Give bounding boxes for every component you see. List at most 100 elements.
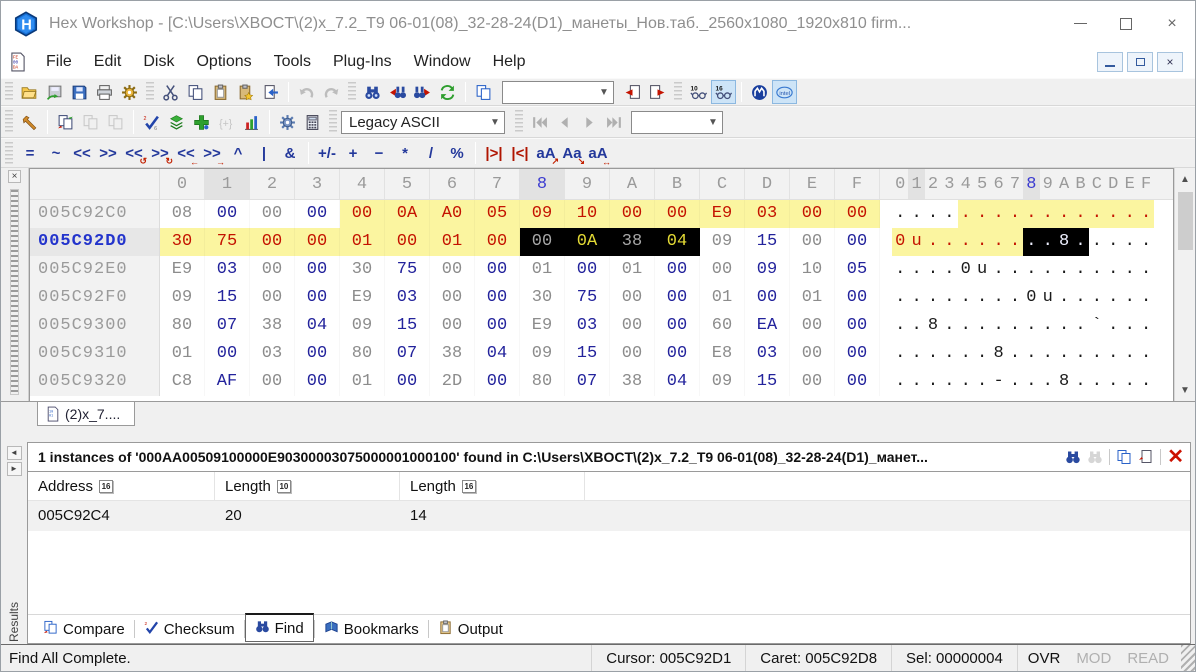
toolbar-grip[interactable] [674, 82, 682, 102]
toolbar-grip[interactable] [5, 142, 13, 164]
copy-results-icon[interactable] [1116, 449, 1132, 465]
hex-byte-cell[interactable]: C8 [160, 368, 205, 396]
ascii-char-cell[interactable]: . [990, 200, 1006, 228]
ascii-char-cell[interactable]: . [974, 284, 990, 312]
ascii-char-cell[interactable]: . [1072, 228, 1088, 256]
ascii-char-cell[interactable]: . [958, 312, 974, 340]
hex-byte-cell[interactable]: 00 [475, 368, 520, 396]
hex-byte-cell[interactable]: 01 [520, 256, 565, 284]
operator-button[interactable]: <<↺ [121, 141, 147, 165]
hex-byte-cell[interactable]: 03 [745, 340, 790, 368]
hex-row[interactable]: 005C92D03075000001000100000A380409150000… [30, 228, 1173, 256]
copy-button[interactable] [183, 80, 208, 104]
ascii-char-cell[interactable]: . [1007, 256, 1023, 284]
hex-byte-cell[interactable]: 03 [745, 200, 790, 228]
menu-item-help[interactable]: Help [482, 49, 537, 75]
ascii-char-cell[interactable]: . [1089, 368, 1105, 396]
ascii-char-cell[interactable]: . [908, 284, 924, 312]
operator-button[interactable]: % [444, 141, 470, 165]
ascii-char-cell[interactable]: . [1138, 228, 1154, 256]
scroll-up-icon[interactable]: ▲ [1175, 168, 1196, 190]
ascii-char-cell[interactable]: . [941, 284, 957, 312]
ascii-char-cell[interactable]: . [1007, 228, 1023, 256]
operator-button[interactable]: ~ [43, 141, 69, 165]
goto-last-button[interactable] [602, 110, 627, 134]
menu-item-window[interactable]: Window [403, 49, 482, 75]
hex-byte-cell[interactable]: 00 [295, 200, 340, 228]
find-backward-button[interactable] [385, 80, 410, 104]
ascii-char-cell[interactable]: . [1121, 228, 1137, 256]
open-file-button[interactable] [17, 80, 42, 104]
hex-byte-cell[interactable]: 07 [565, 368, 610, 396]
hex-byte-cell[interactable]: 00 [295, 368, 340, 396]
print-button[interactable] [92, 80, 117, 104]
paste-button[interactable] [208, 80, 233, 104]
ascii-char-cell[interactable]: - [990, 368, 1006, 396]
ascii-char-cell[interactable]: 0 [1023, 284, 1039, 312]
mdi-restore-button[interactable] [1127, 52, 1153, 72]
horizontal-splitter[interactable] [1, 428, 1195, 442]
ascii-char-cell[interactable]: u [1040, 284, 1056, 312]
ascii-char-cell[interactable]: . [892, 284, 908, 312]
hex-byte-cell[interactable]: 00 [475, 284, 520, 312]
hex-byte-cell[interactable]: 00 [835, 312, 880, 340]
minimize-button[interactable] [1057, 1, 1103, 46]
results-tab-bookmarks[interactable]: Bookmarks [315, 617, 428, 642]
ascii-char-cell[interactable]: . [925, 200, 941, 228]
hex-byte-cell[interactable]: 00 [655, 284, 700, 312]
toolbar-grip[interactable] [5, 82, 13, 102]
ascii-char-cell[interactable]: . [1023, 228, 1039, 256]
hex-byte-cell[interactable]: E9 [520, 312, 565, 340]
hex-byte-cell[interactable]: 75 [565, 284, 610, 312]
hex-byte-cell[interactable]: 09 [340, 312, 385, 340]
hex-row[interactable]: 005C9310010003008007380409150000E8030000… [30, 340, 1173, 368]
ascii-char-cell[interactable]: . [974, 200, 990, 228]
ascii-char-cell[interactable]: . [908, 200, 924, 228]
ascii-char-cell[interactable]: . [1138, 340, 1154, 368]
motorola-byte-order-button[interactable] [747, 80, 772, 104]
hex-byte-cell[interactable]: 38 [250, 312, 295, 340]
hex-byte-cell[interactable]: 07 [205, 312, 250, 340]
toolbar-grip[interactable] [146, 82, 154, 102]
ascii-char-cell[interactable]: . [892, 312, 908, 340]
hex-byte-cell[interactable]: 75 [385, 256, 430, 284]
replace-button[interactable] [435, 80, 460, 104]
ascii-char-cell[interactable]: . [1023, 368, 1039, 396]
ascii-char-cell[interactable]: . [1072, 284, 1088, 312]
hex-byte-cell[interactable]: 30 [520, 284, 565, 312]
ascii-char-cell[interactable]: . [1072, 340, 1088, 368]
hex-byte-cell[interactable]: 0A [565, 228, 610, 256]
hex-byte-cell[interactable]: 01 [790, 284, 835, 312]
save-file-button[interactable] [67, 80, 92, 104]
add-bookmark-button[interactable] [189, 110, 214, 134]
ascii-char-cell[interactable]: . [958, 200, 974, 228]
ascii-char-cell[interactable]: . [1121, 256, 1137, 284]
close-button[interactable]: × [1149, 1, 1195, 46]
operator-button[interactable]: + [340, 141, 366, 165]
results-column-header-length-1[interactable]: Length10 [215, 472, 400, 500]
checksum-button[interactable]: 26 [139, 110, 164, 134]
hex-byte-cell[interactable]: 00 [610, 340, 655, 368]
hex-byte-cell[interactable]: 00 [700, 256, 745, 284]
find-forward-button[interactable] [410, 80, 435, 104]
hex-byte-cell[interactable]: 10 [790, 256, 835, 284]
ascii-char-cell[interactable]: . [892, 340, 908, 368]
operator-button[interactable]: +/- [314, 141, 340, 165]
scrollbar-thumb[interactable] [1178, 192, 1193, 250]
hex-byte-cell[interactable]: 07 [385, 340, 430, 368]
ascii-char-cell[interactable]: . [1121, 340, 1137, 368]
find-button[interactable] [360, 80, 385, 104]
hex-byte-cell[interactable]: 30 [340, 256, 385, 284]
hex-byte-cell[interactable]: 00 [250, 200, 295, 228]
ascii-char-cell[interactable]: . [1121, 312, 1137, 340]
ascii-char-cell[interactable]: . [958, 284, 974, 312]
hex-byte-cell[interactable]: 15 [385, 312, 430, 340]
results-tab-find[interactable]: Find [245, 613, 314, 642]
hex-byte-cell[interactable]: 00 [790, 200, 835, 228]
hex-row[interactable]: 005C9320C8AF000001002D008007380409150000… [30, 368, 1173, 396]
hex-byte-cell[interactable]: 10 [565, 200, 610, 228]
hex-byte-cell[interactable]: E9 [160, 256, 205, 284]
results-column-header-length-2[interactable]: Length16 [400, 472, 585, 500]
hex-byte-cell[interactable]: 00 [655, 312, 700, 340]
hex-byte-cell[interactable]: 00 [475, 312, 520, 340]
